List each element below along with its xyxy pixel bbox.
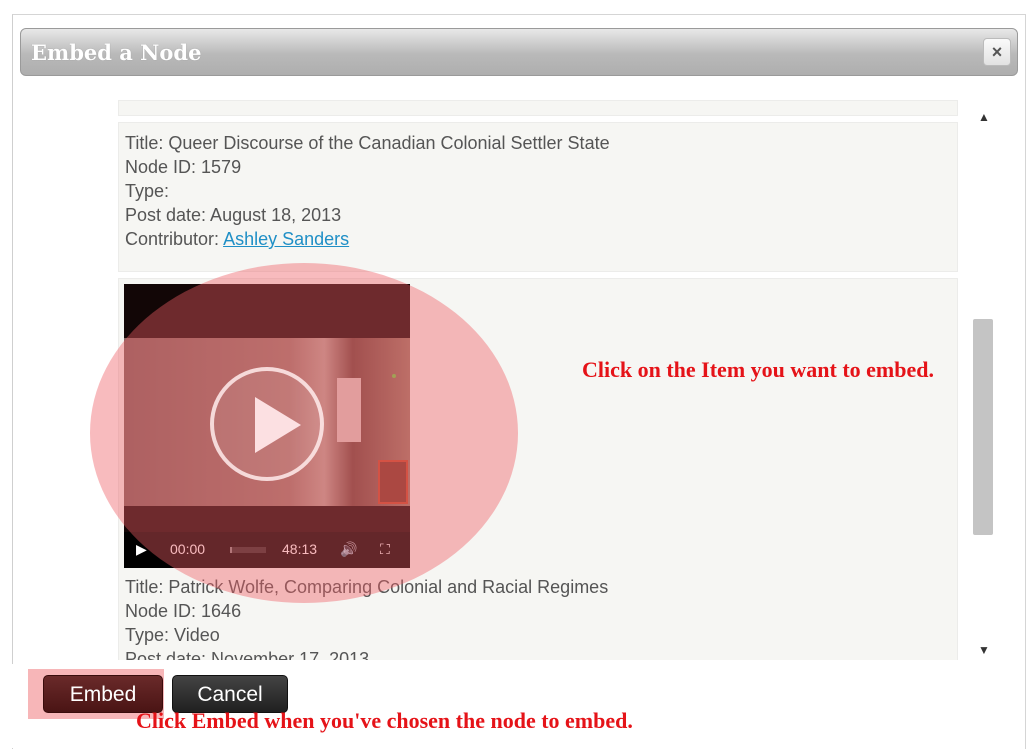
- contributor-label: Contributor:: [125, 229, 224, 249]
- play-icon[interactable]: ▶: [136, 541, 147, 558]
- scrollbar[interactable]: ▲ ▼: [970, 105, 998, 662]
- list-item[interactable]: Title: Queer Discourse of the Canadian C…: [118, 122, 958, 272]
- dialog-titlebar[interactable]: Embed a Node ×: [20, 28, 1018, 76]
- list-item-previous[interactable]: [118, 100, 958, 116]
- node-id: Node ID: 1646: [125, 601, 242, 621]
- video-scene-sign: [378, 460, 408, 504]
- node-id: Node ID: 1579: [125, 157, 242, 177]
- node-type: Type: Video: [125, 625, 220, 645]
- node-post-date: Post date: August 18, 2013: [125, 205, 342, 225]
- total-time: 48:13: [282, 541, 318, 557]
- close-icon[interactable]: ×: [983, 38, 1011, 66]
- volume-icon[interactable]: 🔊: [340, 541, 357, 558]
- contributor-link[interactable]: Ashley Sanders: [223, 229, 349, 249]
- chevron-down-icon[interactable]: ▼: [970, 638, 998, 662]
- current-time: 00:00: [170, 541, 206, 557]
- video-controls: ▶ 00:00 48:13 🔊 ⛶: [124, 532, 410, 568]
- annotation-click-item: Click on the Item you want to embed.: [582, 357, 934, 382]
- dialog-title: Embed a Node: [31, 40, 202, 65]
- scroll-thumb[interactable]: [973, 319, 993, 535]
- node-type: Type:: [125, 181, 170, 201]
- fullscreen-icon[interactable]: ⛶: [380, 541, 390, 558]
- annotation-click-embed: Click Embed when you've chosen the node …: [136, 708, 633, 733]
- play-icon[interactable]: [210, 367, 324, 481]
- video-scene-light: [392, 374, 396, 378]
- progress-bar[interactable]: [230, 547, 266, 553]
- node-title: Title: Queer Discourse of the Canadian C…: [125, 133, 610, 153]
- chevron-up-icon[interactable]: ▲: [970, 105, 998, 129]
- node-title: Title: Patrick Wolfe, Comparing Colonial…: [125, 577, 609, 597]
- node-post-date: Post date: November 17, 2013: [125, 649, 370, 660]
- video-scene-door: [337, 378, 361, 442]
